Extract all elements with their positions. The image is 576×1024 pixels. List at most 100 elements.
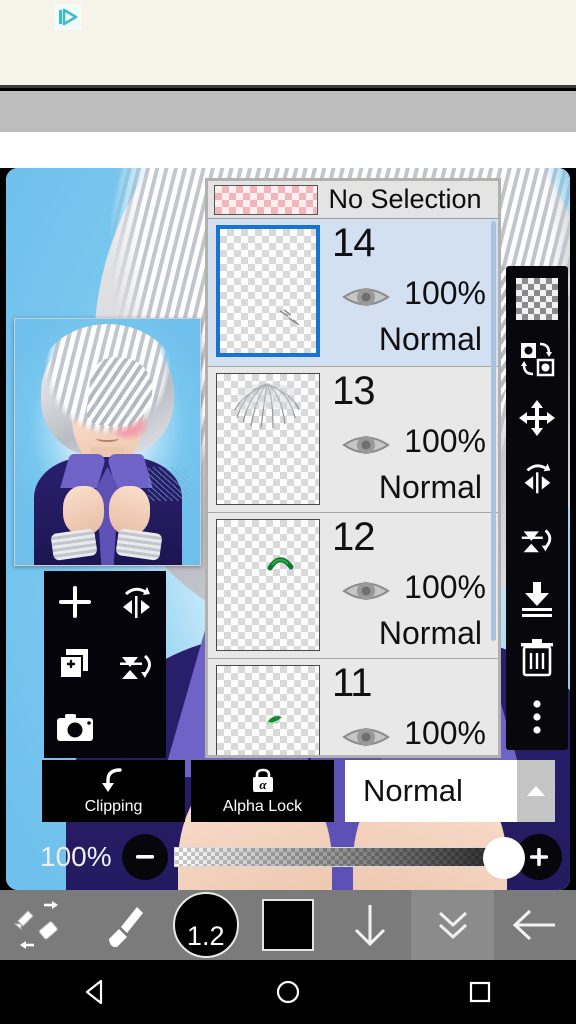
checkerboard-icon bbox=[516, 278, 558, 320]
arrow-left-icon bbox=[512, 909, 555, 941]
layers-panel[interactable]: No Selection 14 100% Normal 13 100% Norm… bbox=[205, 178, 501, 758]
arrow-down-icon bbox=[355, 905, 386, 947]
selection-label: No Selection bbox=[328, 184, 482, 214]
alpha-lock-icon: α bbox=[252, 768, 273, 792]
brush-size-button[interactable]: 1.2 bbox=[165, 890, 247, 960]
layer-number: 14 bbox=[332, 221, 375, 265]
bottom-toolbar: 1.2 bbox=[0, 890, 576, 960]
minus-icon bbox=[136, 855, 154, 859]
layers-scrollbar[interactable] bbox=[491, 221, 496, 641]
back-button[interactable] bbox=[494, 890, 576, 960]
faint-grey-scribble-icon bbox=[279, 309, 300, 326]
layer-list[interactable]: 14 100% Normal 13 100% Normal 12 100% No… bbox=[208, 219, 498, 755]
download-button[interactable] bbox=[329, 890, 411, 960]
chevron-up-icon[interactable] bbox=[517, 760, 555, 822]
delete-layer-button[interactable] bbox=[514, 632, 560, 682]
color-swatch-button[interactable] bbox=[247, 890, 329, 960]
screen: No Selection 14 100% Normal 13 100% Norm… bbox=[0, 0, 576, 1024]
android-back-button[interactable] bbox=[56, 960, 136, 1024]
layer-opacity: 100% bbox=[404, 423, 486, 459]
selection-row[interactable]: No Selection bbox=[208, 181, 498, 219]
alpha-lock-button[interactable]: α Alpha Lock bbox=[191, 760, 334, 822]
duplicate-layer-button[interactable] bbox=[44, 633, 105, 695]
clipping-button[interactable]: Clipping bbox=[42, 760, 185, 822]
opacity-row: 100% bbox=[40, 828, 562, 886]
table-row[interactable]: 13 100% Normal bbox=[208, 367, 498, 513]
layer-meta: 12 100% Normal bbox=[320, 513, 498, 651]
opacity-decrease-button[interactable] bbox=[122, 834, 168, 880]
selection-thumbnail bbox=[214, 184, 318, 215]
opacity-slider[interactable] bbox=[174, 837, 525, 879]
svg-text:α: α bbox=[259, 777, 267, 792]
opacity-value: 100% bbox=[40, 841, 112, 872]
add-layer-button[interactable] bbox=[44, 571, 105, 633]
right-tool-bar bbox=[506, 266, 568, 750]
layer-mode-row: Clipping α Alpha Lock Normal bbox=[42, 760, 558, 822]
blend-mode-select[interactable]: Normal bbox=[345, 760, 555, 822]
layer-visibility-toggle[interactable] bbox=[340, 575, 392, 612]
layer-opacity: 100% bbox=[404, 275, 486, 311]
brush-eraser-toggle-button[interactable] bbox=[0, 890, 82, 960]
layer-blend-mode: Normal bbox=[378, 321, 482, 357]
status-band bbox=[0, 91, 576, 132]
blend-mode-value: Normal bbox=[345, 760, 517, 822]
layer-visibility-toggle[interactable] bbox=[340, 281, 392, 318]
layer-visibility-toggle[interactable] bbox=[340, 721, 392, 755]
layer-meta: 14 100% Normal bbox=[320, 219, 498, 357]
circle-home-icon bbox=[276, 980, 300, 1004]
flip-vertical-button[interactable] bbox=[514, 513, 560, 563]
layer-thumbnail[interactable] bbox=[216, 373, 320, 505]
brush-eraser-swap-icon bbox=[13, 901, 59, 949]
app-frame: No Selection 14 100% Normal 13 100% Norm… bbox=[6, 168, 570, 890]
layer-thumbnail[interactable] bbox=[216, 665, 320, 755]
flip-horizontal-button[interactable] bbox=[514, 453, 560, 503]
camera-button[interactable] bbox=[44, 696, 105, 758]
layer-meta: 11 100% Normal bbox=[320, 659, 498, 755]
brush-icon bbox=[109, 907, 144, 948]
android-recents-button[interactable] bbox=[440, 960, 520, 1024]
android-navigation-bar bbox=[0, 960, 576, 1024]
white-band bbox=[0, 132, 576, 168]
flip-horizontal-button[interactable] bbox=[105, 571, 166, 633]
layer-number: 13 bbox=[332, 369, 375, 413]
left-tool-cluster bbox=[44, 571, 166, 758]
layers-panel-inner: No Selection 14 100% Normal 13 100% Norm… bbox=[208, 181, 498, 755]
layer-visibility-toggle[interactable] bbox=[340, 429, 392, 466]
transparency-button[interactable] bbox=[514, 274, 560, 324]
left-tools-empty-cell bbox=[105, 696, 166, 758]
move-button[interactable] bbox=[514, 393, 560, 443]
ad-banner[interactable] bbox=[0, 0, 576, 88]
layer-opacity: 100% bbox=[404, 715, 486, 751]
merge-down-button[interactable] bbox=[514, 573, 560, 623]
brush-size-value: 1.2 bbox=[186, 921, 225, 951]
opacity-slider-knob[interactable] bbox=[483, 837, 525, 879]
triangle-back-icon bbox=[85, 979, 103, 1005]
brush-tool-button[interactable] bbox=[82, 890, 164, 960]
green-arc-mark-icon bbox=[267, 557, 294, 571]
layer-number: 11 bbox=[332, 661, 373, 705]
table-row[interactable]: 12 100% Normal bbox=[208, 513, 498, 659]
more-options-button[interactable] bbox=[514, 692, 560, 742]
layer-thumbnail[interactable] bbox=[216, 519, 320, 651]
layer-thumbnail[interactable] bbox=[216, 225, 320, 357]
silver-hair-strands-icon bbox=[234, 383, 300, 429]
brush-size-indicator: 1.2 bbox=[172, 892, 239, 958]
color-swatch bbox=[261, 899, 314, 951]
canvas-preview[interactable] bbox=[14, 318, 201, 566]
swap-layers-button[interactable] bbox=[514, 334, 560, 384]
flip-vertical-button[interactable] bbox=[105, 633, 166, 695]
layer-number: 12 bbox=[332, 515, 375, 559]
clipping-arrow-icon bbox=[101, 767, 122, 792]
layer-blend-mode: Normal bbox=[378, 615, 482, 651]
green-dot-mark-icon bbox=[266, 716, 282, 724]
layer-meta: 13 100% Normal bbox=[320, 367, 498, 505]
collapse-panel-button[interactable] bbox=[411, 890, 494, 960]
android-home-button[interactable] bbox=[248, 960, 328, 1024]
alpha-lock-label: Alpha Lock bbox=[222, 797, 303, 815]
table-row[interactable]: 14 100% Normal bbox=[208, 219, 498, 367]
square-recents-icon bbox=[469, 981, 491, 1003]
table-row[interactable]: 11 100% Normal bbox=[208, 659, 498, 755]
clipping-label: Clipping bbox=[84, 797, 143, 815]
adchoices-play-icon[interactable] bbox=[54, 4, 82, 30]
plus-icon bbox=[530, 848, 548, 866]
